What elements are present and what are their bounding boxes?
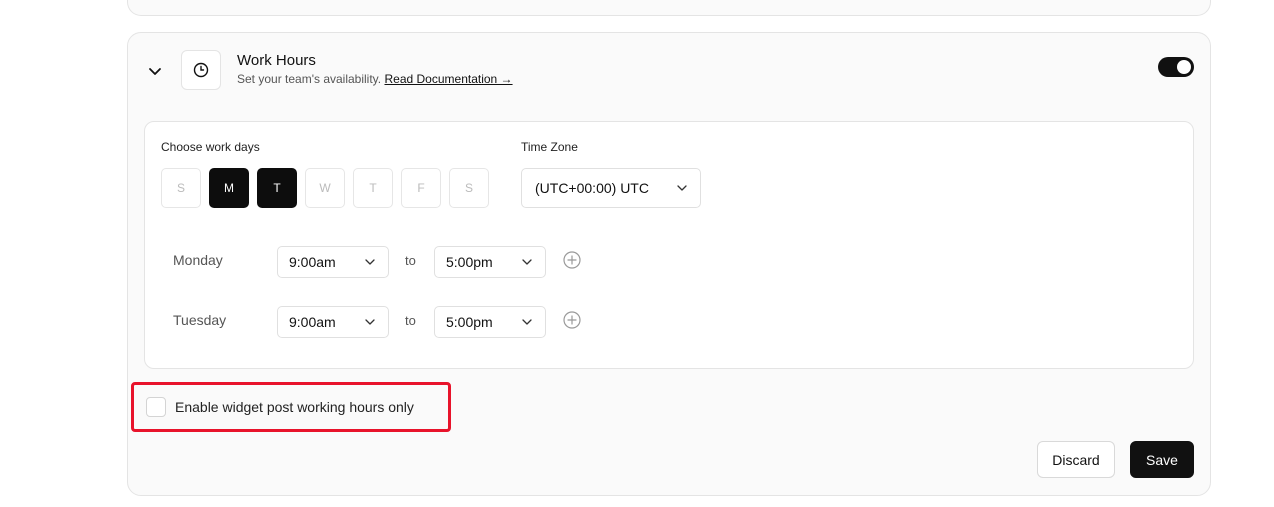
end-time-value: 5:00pm <box>446 254 493 270</box>
end-time-select[interactable]: 5:00pm <box>434 246 546 278</box>
start-time-value: 9:00am <box>289 314 336 330</box>
chevron-down-icon <box>677 185 687 191</box>
day-button-sunday[interactable]: S <box>161 168 201 208</box>
timezone-label: Time Zone <box>521 140 578 154</box>
timezone-value: (UTC+00:00) UTC <box>535 180 649 196</box>
day-button-thursday[interactable]: T <box>353 168 393 208</box>
work-days-label: Choose work days <box>161 140 260 154</box>
chevron-down-icon <box>365 319 375 325</box>
start-time-select[interactable]: 9:00am <box>277 246 389 278</box>
work-hours-settings-panel: Choose work days S M T W T F S Time Zone… <box>144 121 1194 369</box>
widget-option-highlight: Enable widget post working hours only <box>131 382 451 432</box>
day-button-wednesday[interactable]: W <box>305 168 345 208</box>
day-button-tuesday[interactable]: T <box>257 168 297 208</box>
section-subtitle: Set your team's availability. Read Docum… <box>237 72 513 86</box>
day-button-saturday[interactable]: S <box>449 168 489 208</box>
clock-icon-box <box>181 50 221 90</box>
enable-widget-checkbox[interactable] <box>146 397 166 417</box>
save-button[interactable]: Save <box>1130 441 1194 478</box>
day-button-friday[interactable]: F <box>401 168 441 208</box>
previous-section-card <box>127 0 1211 16</box>
chevron-down-icon[interactable] <box>145 61 165 81</box>
work-hours-toggle[interactable] <box>1158 57 1194 77</box>
start-time-value: 9:00am <box>289 254 336 270</box>
subtitle-text: Set your team's availability. <box>237 72 382 86</box>
discard-button[interactable]: Discard <box>1037 441 1115 478</box>
plus-circle-icon[interactable] <box>563 251 581 269</box>
end-time-value: 5:00pm <box>446 314 493 330</box>
clock-icon <box>193 62 209 78</box>
end-time-select[interactable]: 5:00pm <box>434 306 546 338</box>
work-days-selector: S M T W T F S <box>161 168 489 208</box>
work-hours-card: Work Hours Set your team's availability.… <box>127 32 1211 496</box>
chevron-down-icon <box>365 259 375 265</box>
chevron-down-icon <box>522 259 532 265</box>
schedule-day-label: Monday <box>173 252 223 268</box>
read-documentation-link[interactable]: Read Documentation → <box>384 72 512 86</box>
to-label: to <box>405 313 416 328</box>
toggle-knob <box>1177 60 1191 74</box>
chevron-down-icon <box>522 319 532 325</box>
to-label: to <box>405 253 416 268</box>
timezone-select[interactable]: (UTC+00:00) UTC <box>521 168 701 208</box>
start-time-select[interactable]: 9:00am <box>277 306 389 338</box>
section-title: Work Hours <box>237 52 316 69</box>
enable-widget-label: Enable widget post working hours only <box>175 399 414 415</box>
day-button-monday[interactable]: M <box>209 168 249 208</box>
plus-circle-icon[interactable] <box>563 311 581 329</box>
schedule-day-label: Tuesday <box>173 312 227 328</box>
